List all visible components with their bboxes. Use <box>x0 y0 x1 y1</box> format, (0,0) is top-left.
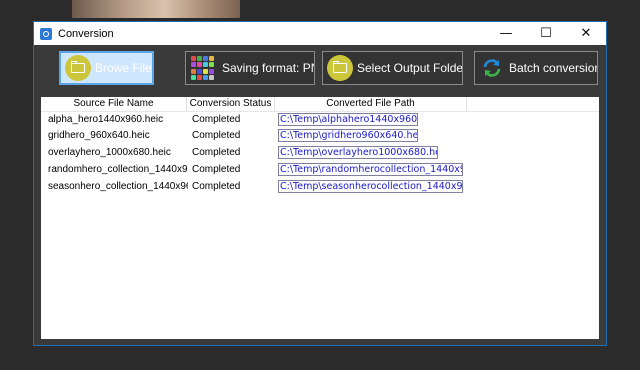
source-file-cell: randomhero_collection_1440x960 <box>48 164 188 175</box>
maximize-button[interactable]: ☐ <box>526 22 566 45</box>
column-header-source[interactable]: Source File Name <box>41 97 187 111</box>
status-cell: Completed <box>192 181 241 192</box>
status-cell: Completed <box>192 147 241 158</box>
maximize-icon: ☐ <box>540 26 552 41</box>
batch-conversion-label: Batch conversion <box>509 61 598 75</box>
converted-path-link[interactable]: C:\Temp\randomherocollection_1440x960.he… <box>278 163 463 176</box>
source-file-cell: overlayhero_1000x680.heic <box>48 147 171 158</box>
select-output-folder-button[interactable]: Select Output Folder <box>322 51 463 85</box>
close-icon: ✕ <box>580 26 592 41</box>
browse-files-label: Browe Files <box>95 61 154 75</box>
folder-icon <box>65 55 91 81</box>
converted-path-link[interactable]: C:\Temp\alphahero1440x960.heic.png <box>278 113 418 126</box>
app-icon <box>40 27 52 40</box>
image-grid-icon <box>191 56 215 80</box>
browse-files-button[interactable]: Browe Files <box>59 51 154 85</box>
sync-icon <box>483 59 501 77</box>
column-header-path[interactable]: Converted File Path <box>275 97 467 111</box>
converted-path-link[interactable]: C:\Temp\overlayhero1000x680.heic.png <box>278 146 438 159</box>
close-button[interactable]: ✕ <box>566 22 606 45</box>
column-header-status[interactable]: Conversion Status <box>187 97 275 111</box>
toolbar: Browe Files Saving format: PNG Select Ou… <box>34 45 606 97</box>
status-cell: Completed <box>192 130 241 141</box>
status-cell: Completed <box>192 164 241 175</box>
window-title: Conversion <box>58 27 114 40</box>
status-cell: Completed <box>192 114 241 125</box>
converted-path-link[interactable]: C:\Temp\gridhero960x640.heic.png <box>278 129 418 142</box>
minimize-icon: — <box>499 26 513 41</box>
table-row[interactable]: overlayhero_1000x680.heic Completed C:\T… <box>41 145 599 161</box>
conversion-window: Conversion — ☐ ✕ Browe Files Saving form… <box>33 21 607 346</box>
source-file-cell: alpha_hero1440x960.heic <box>48 114 164 125</box>
saving-format-label: Saving format: PNG <box>222 61 314 75</box>
conversion-table: Source File Name Conversion Status Conve… <box>41 97 599 339</box>
source-file-cell: gridhero_960x640.heic <box>48 130 150 141</box>
table-row[interactable]: randomhero_collection_1440x960 Completed… <box>41 162 599 178</box>
title-bar[interactable]: Conversion — ☐ ✕ <box>34 22 606 45</box>
table-row[interactable]: gridhero_960x640.heic Completed C:\Temp\… <box>41 128 599 144</box>
table-row[interactable]: alpha_hero1440x960.heic Completed C:\Tem… <box>41 112 599 128</box>
source-file-cell: seasonhero_collection_1440x960. <box>48 181 188 192</box>
batch-conversion-button[interactable]: Batch conversion <box>474 51 598 85</box>
table-row[interactable]: seasonhero_collection_1440x960. Complete… <box>41 179 599 195</box>
output-folder-icon <box>327 55 353 81</box>
minimize-button[interactable]: — <box>486 22 526 45</box>
converted-path-link[interactable]: C:\Temp\seasonherocollection_1440x960.he… <box>278 180 463 193</box>
select-output-folder-label: Select Output Folder <box>357 61 463 75</box>
saving-format-button[interactable]: Saving format: PNG <box>185 51 315 85</box>
table-header: Source File Name Conversion Status Conve… <box>41 97 599 112</box>
desktop-background-photo <box>72 0 240 18</box>
